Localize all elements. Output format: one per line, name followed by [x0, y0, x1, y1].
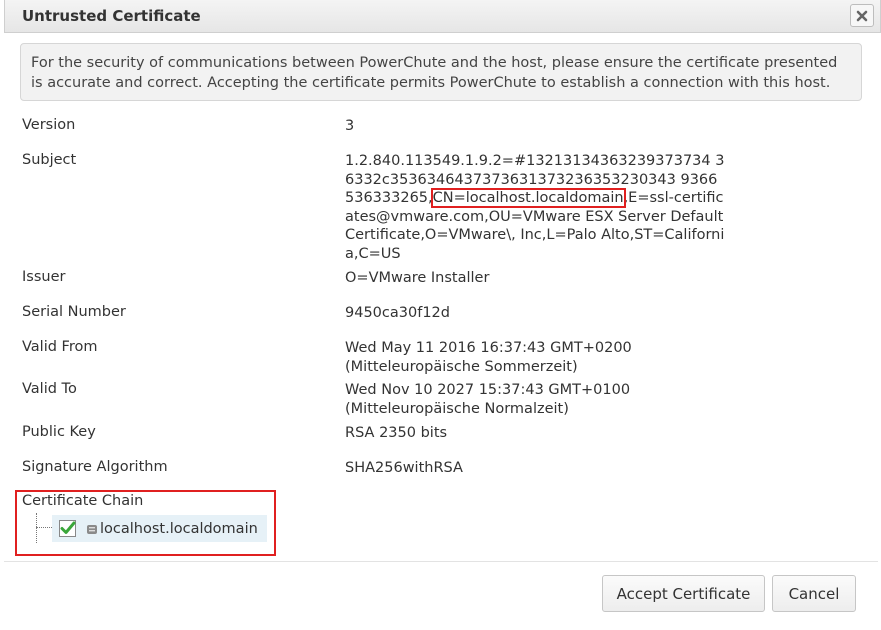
valid-to-date: Wed Nov 10 2027 15:37:43 GMT+0100 [345, 382, 631, 398]
serial-number-label: Serial Number [22, 304, 126, 320]
valid-from-date: Wed May 11 2016 16:37:43 GMT+0200 [345, 340, 632, 356]
certificate-icon [87, 524, 97, 534]
tree-connector-vertical [36, 513, 37, 543]
valid-to-value: Wed Nov 10 2027 15:37:43 GMT+0100 (Mitte… [345, 381, 630, 418]
valid-from-value: Wed May 11 2016 16:37:43 GMT+0200 (Mitte… [345, 339, 632, 376]
subject-label: Subject [22, 152, 77, 168]
public-key-value: RSA 2350 bits [345, 425, 448, 441]
accept-certificate-button[interactable]: Accept Certificate [602, 575, 765, 612]
chain-node-checkbox[interactable] [59, 520, 76, 537]
tree-connector-horizontal [36, 527, 52, 528]
cancel-button[interactable]: Cancel [772, 575, 856, 612]
subject-value: 1.2.840.113549.1.9.2=#132131343632393737… [345, 152, 725, 263]
chain-tree-node[interactable]: localhost.localdomain [52, 515, 267, 542]
public-key-label: Public Key [22, 424, 96, 440]
version-value: 3 [345, 118, 355, 134]
close-button[interactable] [850, 4, 874, 27]
dialog-title: Untrusted Certificate [22, 7, 201, 25]
issuer-value: O=VMware Installer [345, 270, 490, 286]
valid-from-label: Valid From [22, 339, 98, 355]
close-icon [856, 10, 868, 21]
checkmark-icon [60, 521, 76, 534]
untrusted-certificate-dialog: Untrusted Certificate For the security o… [0, 0, 881, 630]
valid-to-label: Valid To [22, 381, 77, 397]
subject-cn-highlight: CN=localhost.localdomain [430, 188, 626, 208]
valid-from-timezone: (Mitteleuropäische Sommerzeit) [345, 358, 578, 375]
issuer-label: Issuer [22, 269, 66, 285]
dialog-titlebar: Untrusted Certificate [4, 0, 881, 33]
footer-divider [4, 561, 878, 562]
valid-to-timezone: (Mitteleuropäische Normalzeit) [345, 400, 569, 417]
signature-algorithm-value: SHA256withRSA [345, 460, 463, 476]
chain-node-label: localhost.localdomain [100, 520, 258, 537]
signature-algorithm-label: Signature Algorithm [22, 459, 168, 475]
version-label: Version [22, 117, 76, 133]
security-notice: For the security of communications betwe… [20, 43, 862, 101]
serial-number-value: 9450ca30f12d [345, 305, 450, 321]
certificate-chain-label: Certificate Chain [22, 493, 144, 509]
